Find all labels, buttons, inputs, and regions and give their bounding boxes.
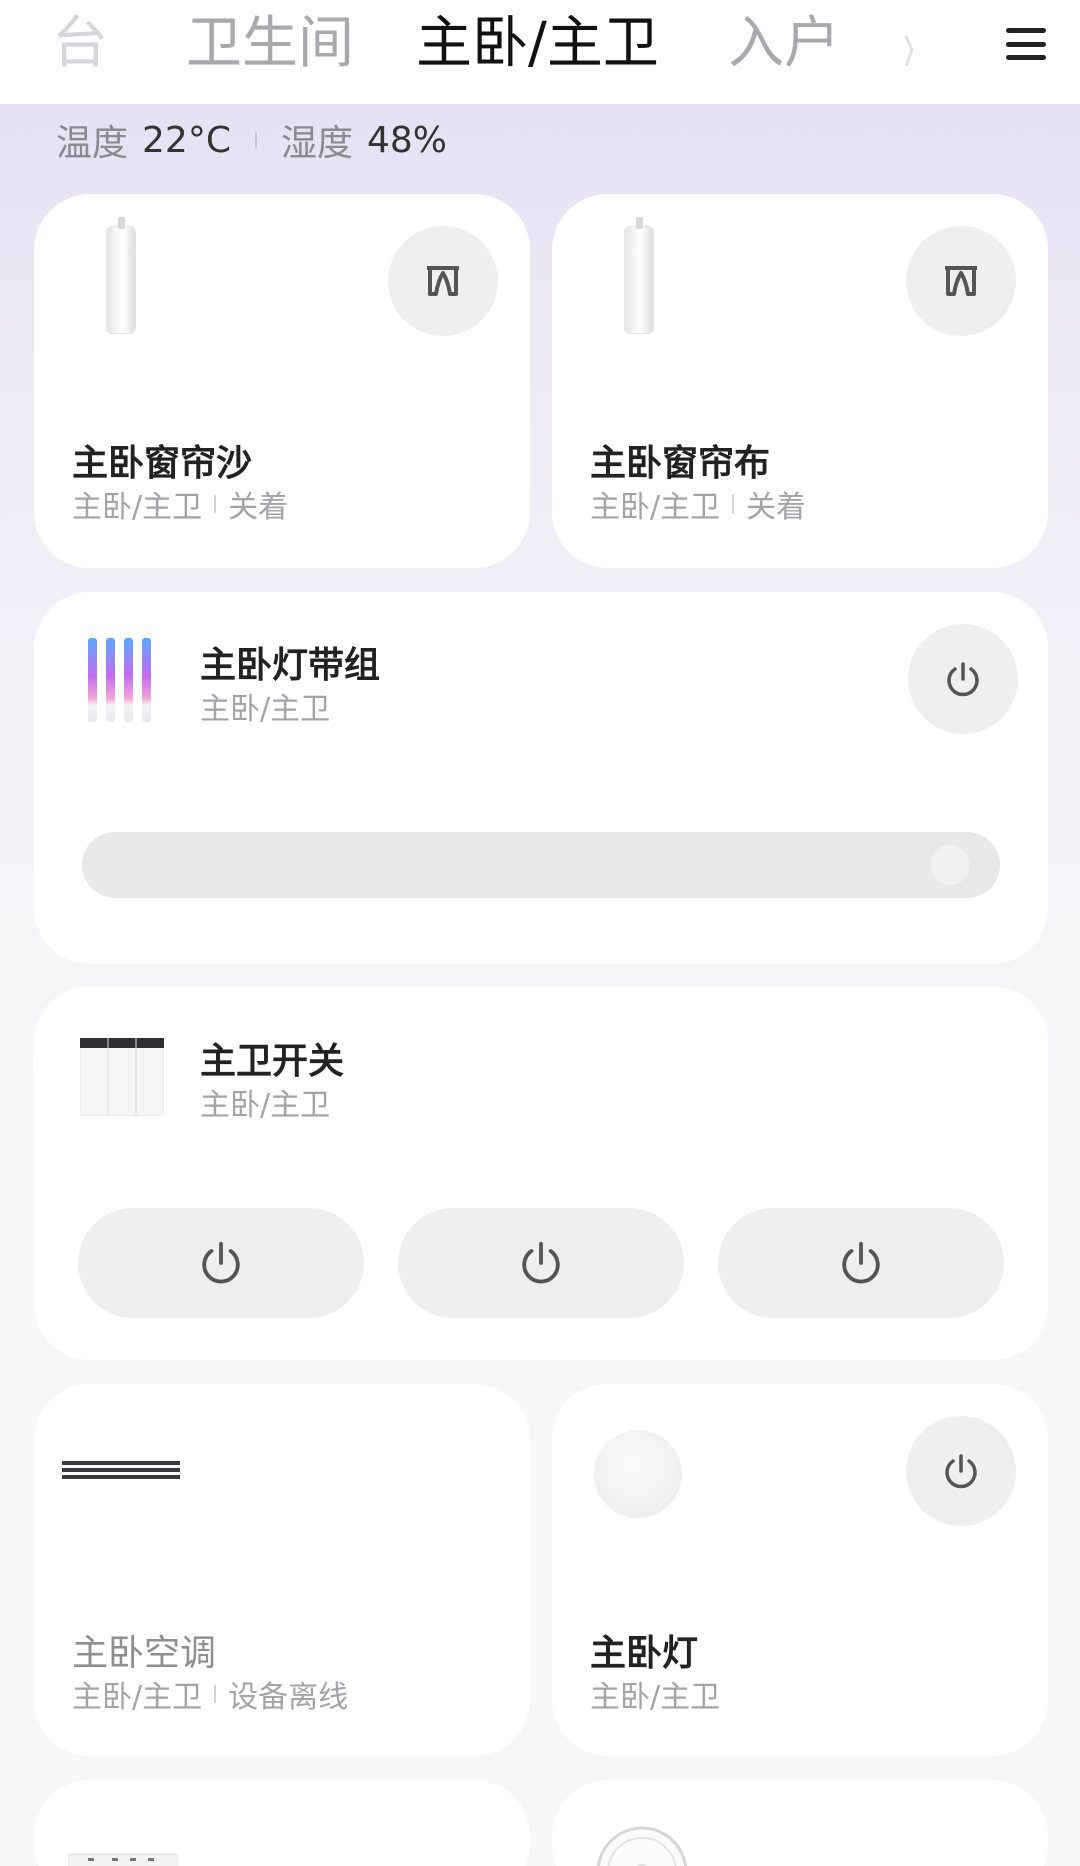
power-icon [842, 1241, 880, 1284]
humidity-value: 48% [366, 119, 447, 161]
device-name: 主卧灯带组 [200, 645, 381, 686]
device-status: 关着 [746, 490, 807, 525]
divider [214, 1685, 217, 1703]
device-name: 主卧窗帘沙 [72, 443, 253, 484]
tab-bathroom[interactable]: 卫生间 [186, 8, 354, 80]
device-room: 主卧/主卫 [72, 1680, 203, 1715]
brightness-slider[interactable] [82, 832, 1000, 898]
divider [732, 495, 735, 513]
climate-summary: 温度 22°C 湿度 48% [56, 112, 447, 168]
divider [254, 132, 257, 148]
device-status: 设备离线 [228, 1680, 349, 1715]
slider-handle[interactable] [929, 845, 970, 885]
device-card-curtain-bu[interactable]: 主卧窗帘布 主卧/主卫 关着 [552, 194, 1048, 568]
power-icon [202, 1241, 240, 1284]
curtain-toggle-button[interactable] [388, 226, 498, 336]
menu-icon[interactable] [1004, 24, 1048, 64]
device-card-switch[interactable]: 主卫开关 主卧/主卫 [34, 986, 1048, 1360]
device-card-curtain-sha[interactable]: 主卧窗帘沙 主卧/主卫 关着 [34, 194, 530, 568]
device-name: 主卧窗帘布 [590, 443, 771, 484]
switch-channel-3-button[interactable] [718, 1208, 1004, 1318]
ceiling-light-image [594, 1430, 682, 1518]
device-status: 关着 [228, 490, 289, 525]
tab-overflow-hint [904, 30, 914, 72]
device-room: 主卧/主卫 [200, 1088, 331, 1123]
temperature-label: 温度 [56, 123, 129, 164]
power-button[interactable] [906, 1416, 1016, 1526]
ac-unit-image [62, 1460, 180, 1482]
power-button[interactable] [908, 624, 1018, 734]
device-meta: 主卧/主卫 关着 [72, 482, 288, 526]
humidity-label: 湿度 [280, 123, 353, 164]
tab-master-bedroom[interactable]: 主卧/主卫 [416, 8, 659, 80]
device-meta: 主卧/主卫 设备离线 [72, 1672, 348, 1716]
device-meta: 主卧/主卫 关着 [590, 482, 806, 526]
device-room: 主卧/主卫 [590, 1680, 721, 1715]
tab-entrance[interactable]: 入户 [728, 8, 840, 80]
device-image [67, 1850, 179, 1866]
device-name: 主卧空调 [72, 1633, 217, 1674]
switch-channel-2-button[interactable] [398, 1208, 684, 1318]
curtain-motor-image [106, 217, 136, 334]
device-room: 主卧/主卫 [72, 490, 203, 525]
device-room: 主卧/主卫 [590, 490, 721, 525]
device-card-light-strip[interactable]: 主卧灯带组 主卧/主卫 [34, 592, 1048, 964]
device-name: 主卫开关 [200, 1041, 345, 1082]
curtain-icon [945, 266, 977, 296]
device-card-partial-right[interactable] [552, 1780, 1048, 1866]
switch-channel-1-button[interactable] [78, 1208, 364, 1318]
device-card-ac[interactable]: 主卧空调 主卧/主卫 设备离线 [34, 1384, 530, 1756]
device-name: 主卧灯 [590, 1633, 699, 1674]
device-card-light[interactable]: 主卧灯 主卧/主卫 [552, 1384, 1048, 1756]
curtain-motor-image [624, 217, 654, 334]
divider [214, 495, 217, 513]
power-icon [522, 1241, 560, 1284]
tab-balcony[interactable]: 台 [52, 8, 108, 80]
light-strip-image [86, 636, 152, 726]
curtain-icon [427, 266, 459, 296]
device-card-partial-left[interactable] [34, 1780, 530, 1866]
fan-icon [594, 1824, 690, 1866]
device-room: 主卧/主卫 [200, 692, 331, 727]
switch-panel-image [79, 1037, 165, 1117]
curtain-toggle-button[interactable] [906, 226, 1016, 336]
power-icon [945, 1454, 977, 1489]
temperature-value: 22°C [142, 119, 231, 161]
room-tab-bar: 台 卫生间 主卧/主卫 入户 [0, 0, 1080, 104]
power-icon [947, 662, 979, 697]
